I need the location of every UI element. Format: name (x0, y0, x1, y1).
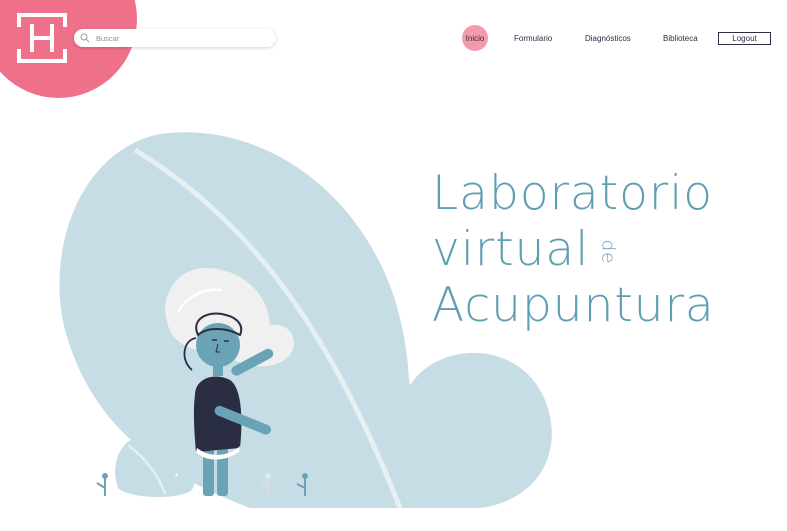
hero-title-line-1: Laboratorio (432, 166, 714, 221)
sprout-left (96, 473, 108, 496)
nav-item-biblioteca[interactable]: Biblioteca (663, 25, 698, 51)
logout-button[interactable]: Logout (718, 32, 771, 45)
main-nav: Inicio Formulario Diagnósticos Bibliotec… (0, 25, 787, 51)
hero-title: Laboratorio virtual de Acupuntura (432, 166, 715, 334)
hero-title-line-2: virtual de (432, 222, 715, 278)
hero-title-line-3: Acupuntura (432, 278, 715, 333)
nav-item-inicio[interactable]: Inicio (462, 25, 488, 51)
nav-item-diagnosticos[interactable]: Diagnósticos (585, 25, 631, 51)
nav-item-formulario[interactable]: Formulario (514, 25, 552, 51)
hero-title-connector: de (597, 239, 619, 265)
hero-title-virtual: virtual (432, 222, 590, 277)
